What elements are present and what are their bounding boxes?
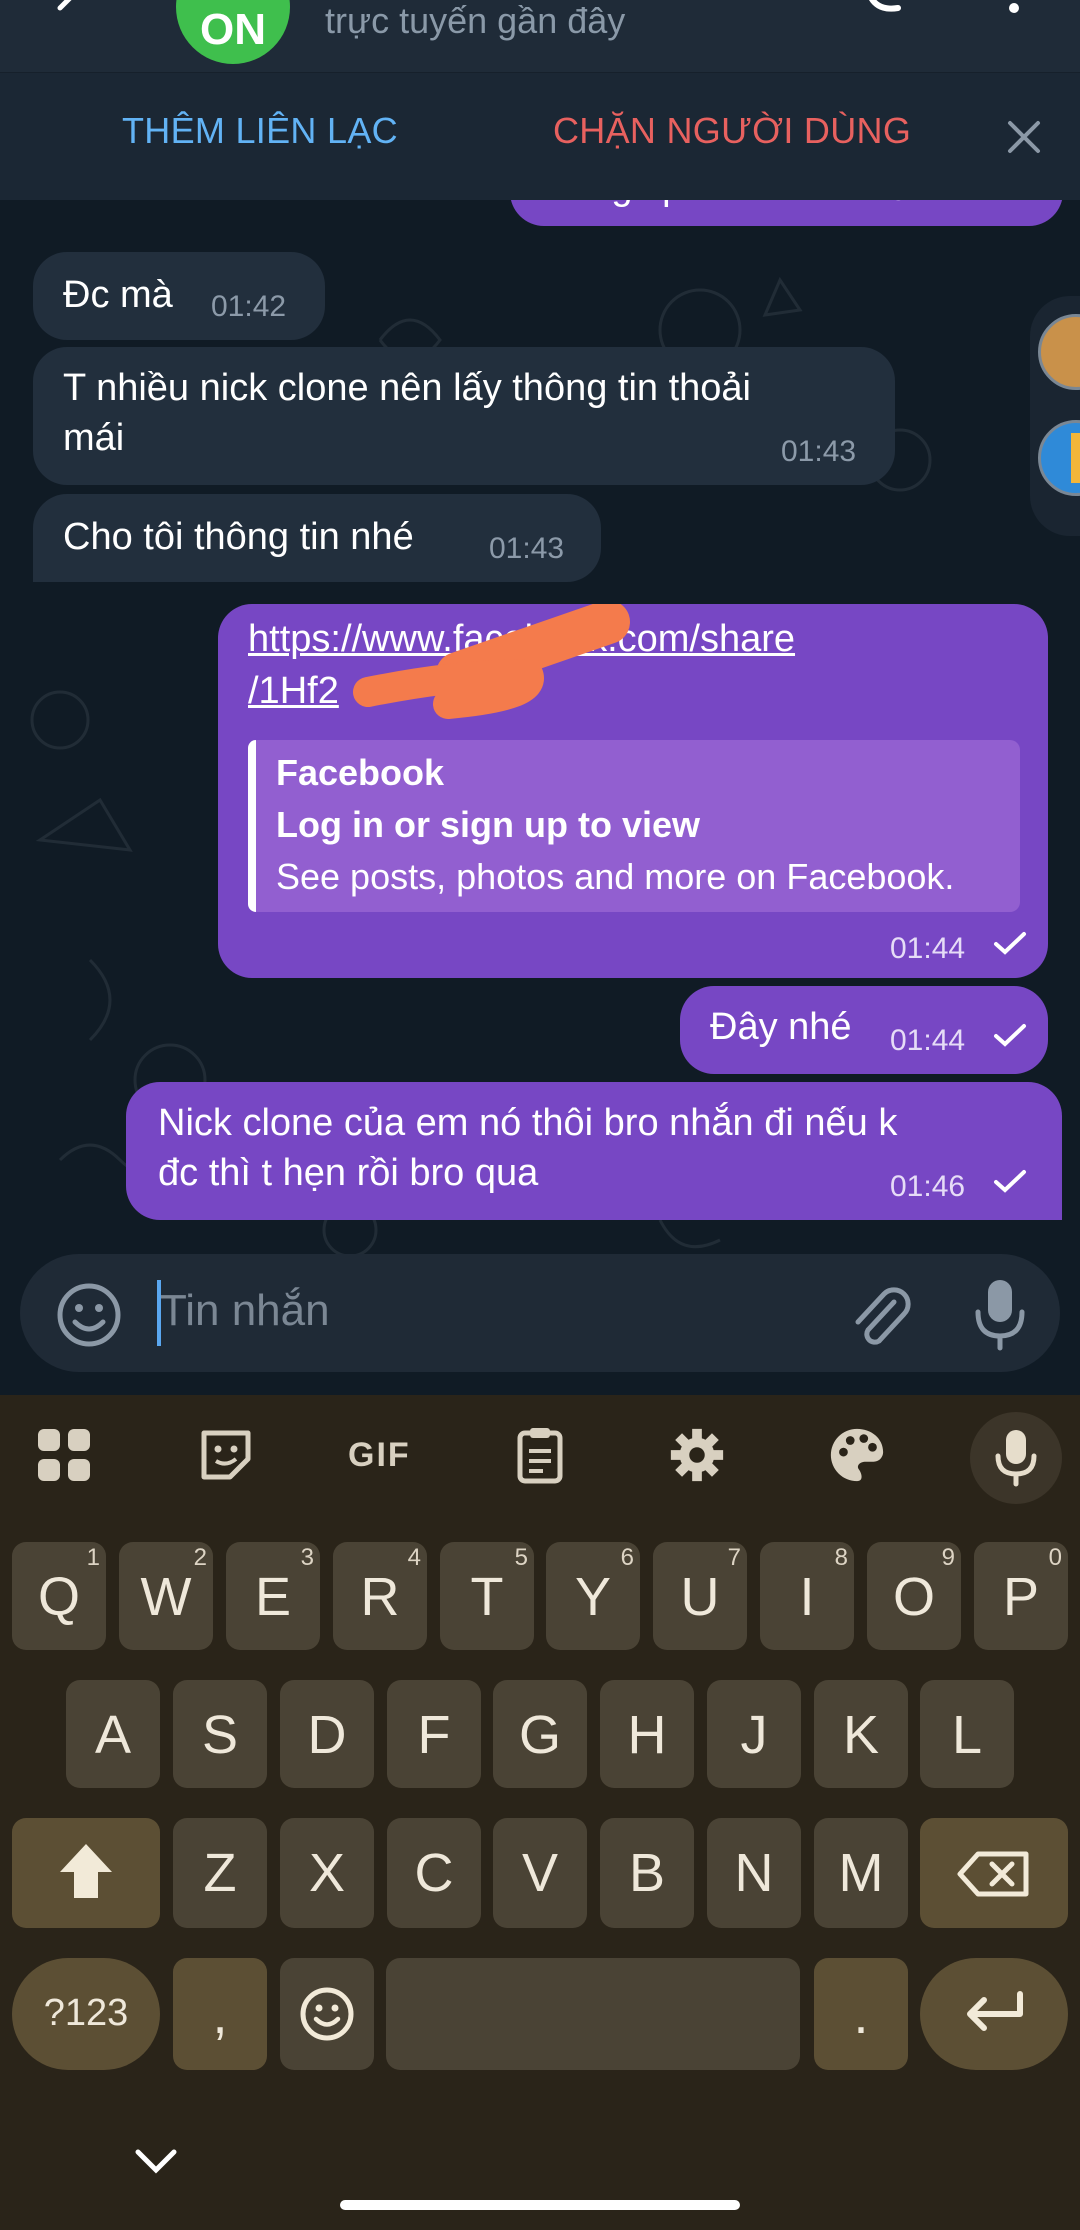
check-icon [994,1024,1026,1047]
backspace-key[interactable] [920,1818,1068,1928]
back-arrow-icon[interactable] [42,0,82,24]
message-time: 01:42 [890,200,965,216]
message-text-line1: Nick clone của em nó thôi bro nhắn đi nế… [158,1102,898,1144]
key-o[interactable]: O9 [867,1542,961,1650]
shortcut-avatar[interactable] [1038,314,1080,390]
message-time: 01:43 [489,532,565,565]
message-time: 01:44 [890,1024,966,1057]
message-bubble-incoming[interactable]: T nhiều nick clone nên lấy thông tin tho… [33,347,895,485]
shortcut-avatar[interactable] [1038,420,1080,496]
phone-icon[interactable] [860,0,910,20]
message-bubble-incoming[interactable]: Cho tôi thông tin nhé 01:43 [33,494,601,582]
space-key[interactable] [386,1958,800,2070]
check-icon [994,1170,1026,1193]
shift-key[interactable] [12,1818,160,1928]
message-bubble-outgoing[interactable]: Nơi giúp đỡ là đó 01:42 [510,200,1063,226]
key-h[interactable]: H [600,1680,694,1788]
preview-title: Log in or sign up to view [276,804,700,845]
shift-icon [60,1844,112,1898]
key-u[interactable]: U7 [653,1542,747,1650]
voice-input-button[interactable] [970,1412,1062,1504]
key-y[interactable]: Y6 [546,1542,640,1650]
hide-keyboard-chevron-icon[interactable] [134,2148,178,2176]
enter-key[interactable] [920,1958,1068,2070]
key-s[interactable]: S [173,1680,267,1788]
period-key[interactable]: . [814,1958,908,2070]
palette-icon[interactable] [826,1425,888,1485]
side-shortcuts [1030,296,1080,536]
message-bubble-outgoing[interactable]: Đây nhé 01:44 [680,986,1048,1074]
message-text-line2: đc thì t hẹn rồi bro qua [158,1152,539,1194]
key-v[interactable]: V [493,1818,587,1928]
link-url-line2[interactable]: /1Hf2 [248,666,339,716]
key-r[interactable]: R4 [333,1542,427,1650]
key-d[interactable]: D [280,1680,374,1788]
key-k[interactable]: K [814,1680,908,1788]
key-x[interactable]: X [280,1818,374,1928]
settings-icon[interactable] [666,1425,728,1485]
microphone-icon[interactable] [970,1276,1030,1352]
redaction-scribble [353,604,630,719]
key-w[interactable]: W2 [119,1542,213,1650]
clipboard-icon[interactable] [510,1425,570,1485]
keyboard [0,1395,1080,2230]
key-c[interactable]: C [387,1818,481,1928]
close-icon[interactable] [1004,117,1044,157]
home-indicator[interactable] [340,2200,740,2210]
message-text: Đc mà [63,274,173,316]
message-bubble-link[interactable]: https://www.facebook.com/share /1Hf2 Fac… [218,604,1048,978]
preview-site-name: Facebook [276,752,445,793]
preview-description: See posts, photos and more on Facebook. [276,856,955,897]
add-contact-button[interactable]: THÊM LIÊN LẠC [122,110,398,152]
chat-area[interactable]: Nơi giúp đỡ là đó 01:42 Đc mà 01:42 T nh… [0,200,1080,1395]
emoji-icon [300,1987,354,2041]
key-g[interactable]: G [493,1680,587,1788]
message-time: 01:43 [781,435,857,468]
key-e[interactable]: E3 [226,1542,320,1650]
apps-icon[interactable] [34,1425,94,1485]
check-icon [994,932,1026,955]
backspace-icon [957,1851,1029,1897]
key-b[interactable]: B [600,1818,694,1928]
key-f[interactable]: F [387,1680,481,1788]
key-i[interactable]: I8 [760,1542,854,1650]
key-a[interactable]: A [66,1680,160,1788]
block-user-button[interactable]: CHẶN NGƯỜI DÙNG [553,110,911,152]
key-t[interactable]: T5 [440,1542,534,1650]
contact-status: trực tuyến gần đây [325,0,626,41]
key-z[interactable]: Z [173,1818,267,1928]
message-input[interactable]: Tin nhắn [160,1286,330,1336]
message-time: 01:42 [211,290,287,323]
message-text-line1: T nhiều nick clone nên lấy thông tin tho… [63,367,751,409]
mic-icon [995,1430,1037,1487]
comma-key[interactable]: , [173,1958,267,2070]
more-menu-icon[interactable] [1004,0,1024,20]
key-q[interactable]: Q1 [12,1542,106,1650]
key-m[interactable]: M [814,1818,908,1928]
symbols-key[interactable]: ?123 [12,1958,160,2070]
emoji-key[interactable] [280,1958,374,2070]
attach-icon[interactable] [846,1280,912,1350]
gif-button[interactable]: GIF [348,1436,411,1496]
key-l[interactable]: L [920,1680,1014,1788]
message-bubble-outgoing[interactable]: Nick clone của em nó thôi bro nhắn đi nế… [126,1082,1062,1220]
preview-accent-bar [248,740,256,912]
emoji-icon[interactable] [54,1280,124,1350]
message-bubble-incoming[interactable]: Đc mà 01:42 [33,252,325,340]
link-preview[interactable]: Facebook Log in or sign up to view See p… [248,740,1020,912]
message-text-line2: mái [63,417,125,459]
message-time: 01:46 [890,1170,966,1203]
key-n[interactable]: N [707,1818,801,1928]
message-text: Nơi giúp đỡ là đó [540,200,833,212]
enter-icon [967,1991,1023,2031]
message-text: Đây nhé [710,1006,852,1048]
message-text: Cho tôi thông tin nhé [63,516,414,558]
sticker-icon[interactable] [196,1425,256,1485]
key-j[interactable]: J [707,1680,801,1788]
key-p[interactable]: P0 [974,1542,1068,1650]
message-time: 01:44 [890,932,966,965]
